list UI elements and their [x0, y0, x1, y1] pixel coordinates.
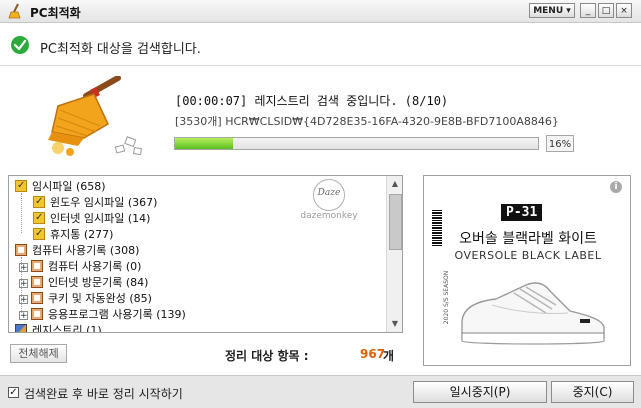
tree-item[interactable]: 윈도우 임시파일 (367) — [33, 194, 158, 211]
scan-detail: [3530개] HCR₩CLSID₩{4D728E35-16FA-4320-9E… — [175, 115, 559, 128]
tree-item-label: 인터넷 임시파일 (14) — [50, 212, 151, 225]
tree-item-label: 응용프로그램 사용기록 (139) — [48, 308, 186, 321]
category-icon[interactable] — [31, 257, 43, 273]
window-title: PC최적화 — [30, 6, 81, 20]
registry-icon[interactable] — [15, 324, 27, 332]
maximize-icon: □ — [601, 6, 611, 16]
tree-scrollbar[interactable]: ▲ ▼ — [386, 176, 402, 332]
tree-item-label: 휴지통 (277) — [50, 228, 114, 241]
stop-button[interactable]: 중지(C) — [551, 381, 634, 403]
watermark-text: dazemonkey — [300, 211, 358, 221]
pause-button[interactable]: 일시중지(P) — [413, 381, 547, 403]
minimize-button[interactable]: _ — [580, 3, 596, 18]
tree-item-label: 임시파일 (658) — [32, 180, 106, 193]
tree-item[interactable]: 휴지통 (277) — [33, 226, 114, 243]
watermark: Daze dazemonkey — [299, 179, 359, 221]
app-broom-icon — [8, 3, 21, 19]
info-icon[interactable]: i — [610, 181, 622, 193]
tree-item-label: 레지스트리 (1) — [32, 324, 102, 333]
tree-item-label: 컴퓨터 사용기록 (0) — [48, 260, 142, 273]
scroll-thumb[interactable] — [389, 194, 402, 250]
watermark-logo-text: Daze — [317, 188, 341, 198]
cleanup-count-label: 정리 대상 항목 : — [225, 349, 309, 363]
category-icon[interactable] — [31, 289, 43, 305]
folder-check-icon[interactable] — [33, 210, 45, 226]
cleanup-count-unit: 개 — [383, 349, 395, 363]
menu-button[interactable]: MENU ▾ — [529, 3, 575, 18]
header-banner: PC최적화 대상을 검색합니다. — [0, 23, 641, 66]
tree-item-label: 컴퓨터 사용기록 (308) — [32, 244, 140, 257]
title-bar: PC최적화 MENU ▾ _ □ × — [0, 0, 641, 23]
scan-progress-percent: 16% — [546, 135, 574, 152]
maximize-button[interactable]: □ — [598, 3, 614, 18]
tree-connector — [21, 193, 22, 233]
tree-item-label: 윈도우 임시파일 (367) — [50, 196, 158, 209]
ad-title: 오버솔 블랙라벨 화이트 — [459, 231, 597, 247]
chevron-down-icon: ▾ — [566, 6, 571, 16]
minimize-icon: _ — [585, 6, 591, 16]
broom-illustration-icon — [48, 76, 143, 156]
folder-check-icon[interactable] — [33, 226, 45, 242]
watermark-logo: Daze — [313, 179, 345, 211]
header-message: PC최적화 대상을 검색합니다. — [40, 42, 201, 57]
tree-item-label: 쿠키 및 자동완성 (85) — [48, 292, 152, 305]
category-icon[interactable] — [31, 273, 43, 289]
scan-progress-bar — [174, 137, 539, 150]
auto-clean-label[interactable]: 검색완료 후 바로 정리 시작하기 — [24, 385, 183, 402]
category-icon[interactable] — [15, 241, 27, 257]
menu-label: MENU — [533, 6, 564, 16]
close-button[interactable]: × — [616, 3, 632, 18]
ad-vertical-text: 2020 S/S SEASON — [443, 270, 451, 325]
ad-badge: P-31 — [501, 204, 543, 221]
footer-bar: ✓ 검색완료 후 바로 정리 시작하기 일시중지(P) 중지(C) — [0, 375, 641, 408]
check-circle-icon — [11, 36, 29, 54]
category-icon[interactable] — [31, 305, 43, 321]
sneaker-image — [461, 282, 605, 345]
auto-clean-checkbox[interactable]: ✓ — [8, 387, 19, 398]
clear-all-button[interactable]: 전체해제 — [10, 344, 67, 363]
tree-item-label: 인터넷 방문기록 (84) — [48, 276, 149, 289]
cleanup-count-value: 967 — [360, 347, 386, 361]
close-icon: × — [620, 6, 628, 16]
scan-status: [00:00:07] 레지스트리 검색 중입니다. (8/10) — [175, 94, 449, 108]
scroll-up-icon[interactable]: ▲ — [387, 176, 402, 192]
tree-item[interactable]: 레지스트리 (1) — [15, 323, 102, 333]
ad-banner[interactable]: i P-31 오버솔 블랙라벨 화이트 OVERSOLE BLACK LABEL… — [423, 175, 631, 366]
folder-check-icon[interactable] — [33, 194, 45, 210]
tree-connector — [21, 257, 22, 313]
ad-subtitle: OVERSOLE BLACK LABEL — [454, 249, 602, 262]
tree-item[interactable]: +응용프로그램 사용기록 (139) — [19, 305, 186, 323]
cleanup-tree[interactable]: Daze dazemonkey 임시파일 (658) 윈도우 임시파일 (367)… — [8, 175, 403, 333]
tree-item[interactable]: 임시파일 (658) — [15, 178, 106, 195]
scroll-down-icon[interactable]: ▼ — [387, 316, 402, 332]
folder-check-icon[interactable] — [15, 178, 27, 194]
tree-item[interactable]: 인터넷 임시파일 (14) — [33, 210, 151, 227]
scan-progress-fill — [175, 138, 234, 149]
